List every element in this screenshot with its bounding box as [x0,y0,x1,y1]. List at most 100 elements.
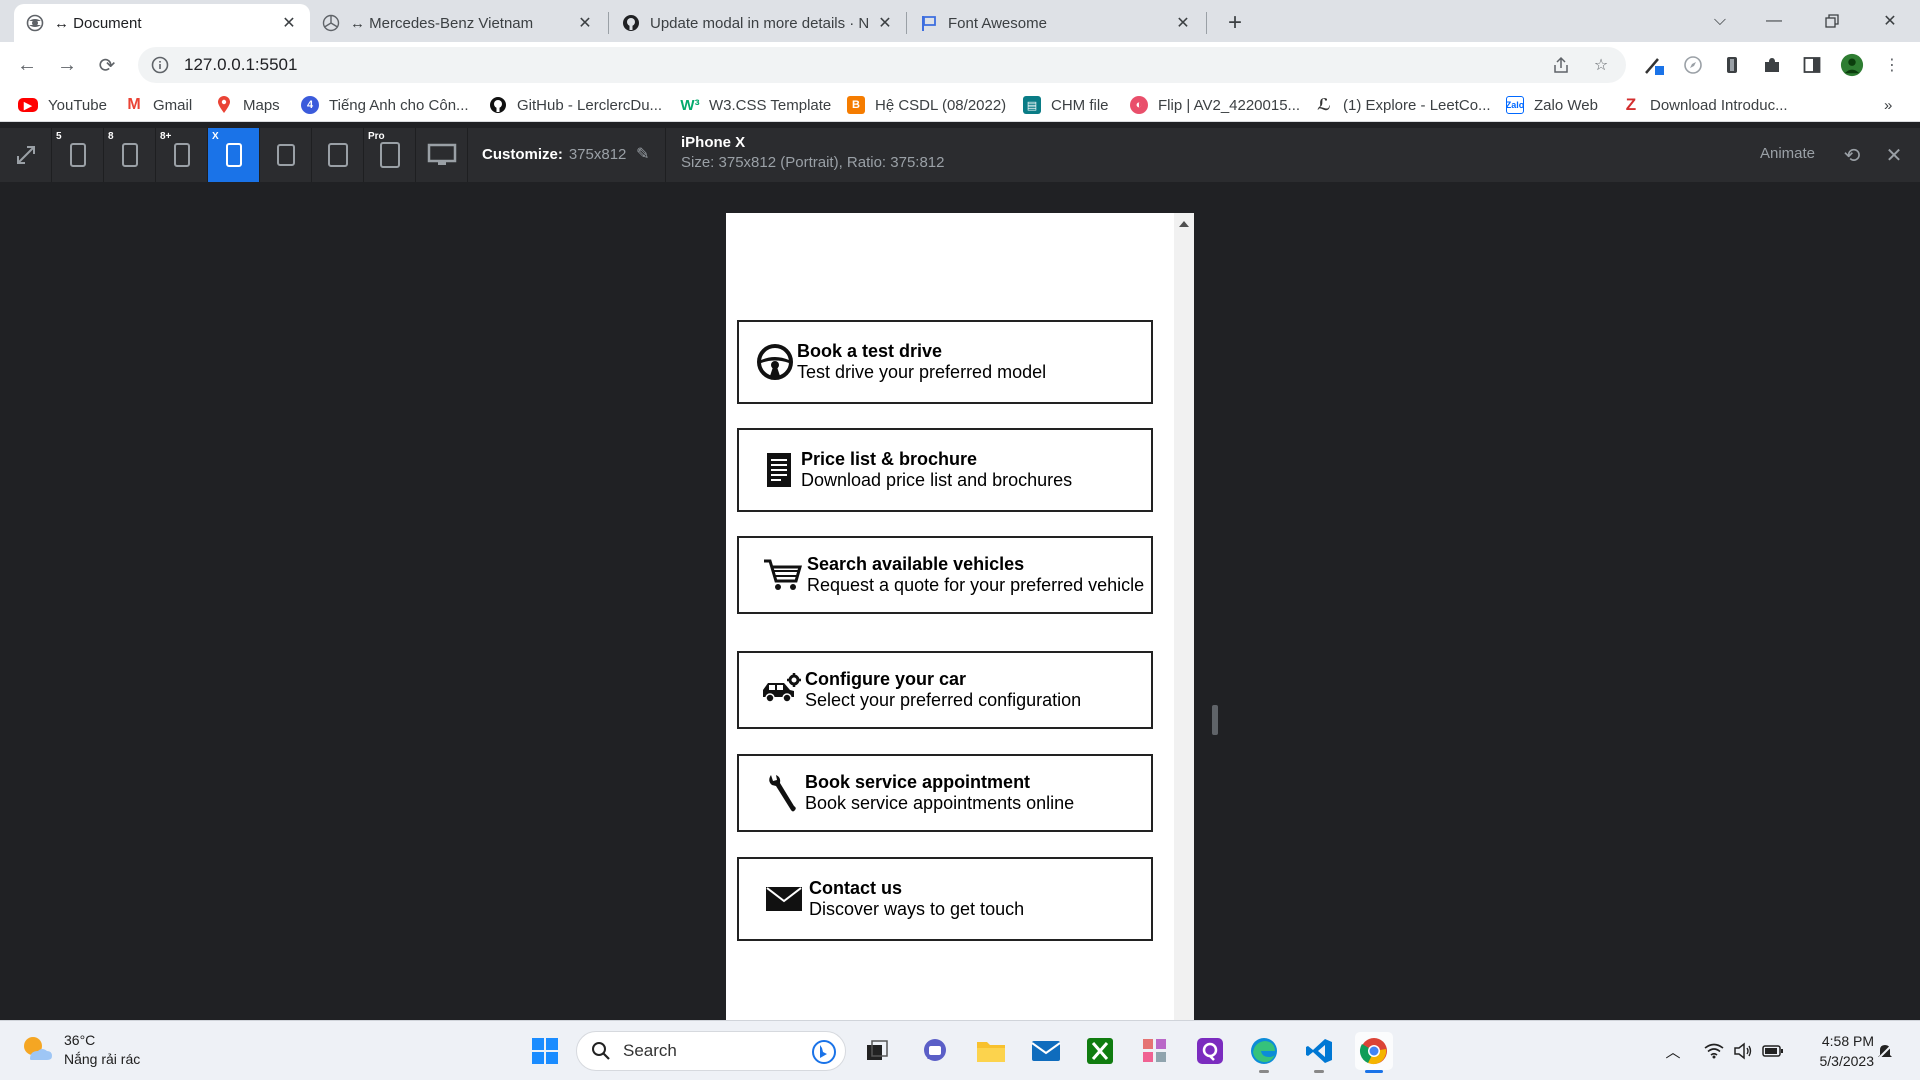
gmail-icon: M [127,96,141,113]
info-icon[interactable] [150,55,170,75]
tab-mercedes[interactable]: ↔ Mercedes-Benz Vietnam ✕ [310,4,606,42]
menu-kebab-icon[interactable]: ⋮ [1880,53,1904,77]
card-book-test-drive[interactable]: Book a test drive Test drive your prefer… [737,320,1153,404]
bookmark-zalo[interactable]: Zalo Zalo Web [1506,94,1598,116]
tab-font-awesome[interactable]: Font Awesome ✕ [908,4,1204,42]
resize-handle[interactable] [1212,705,1218,735]
tray-overflow-icon[interactable]: ︿ [1662,1040,1684,1062]
address-bar[interactable]: 127.0.0.1:5501 ☆ [138,47,1626,83]
close-icon[interactable]: ✕ [1174,14,1192,32]
start-button[interactable] [526,1032,564,1070]
clock[interactable]: 4:58 PM 5/3/2023 [1794,1031,1875,1071]
bookmark-label: CHM file [1051,96,1109,114]
bookmark-maps[interactable]: Maps [215,94,280,116]
teams-chat-icon[interactable] [916,1032,954,1070]
restore-button[interactable] [1814,6,1850,36]
close-icon[interactable]: ✕ [280,14,298,32]
url-text: 127.0.0.1:5501 [184,55,298,74]
weather-widget[interactable]: 36°C Nắng rải rác [20,1031,140,1069]
forward-button[interactable]: → [51,49,83,81]
photos-app-icon[interactable] [1136,1032,1174,1070]
bookmark-leetcode[interactable]: ℒ (1) Explore - LeetCo... [1315,94,1490,116]
viewport-scrollbar[interactable] [1174,213,1194,1020]
weather-sun-icon [20,1033,54,1068]
chrome-icon[interactable] [1355,1032,1393,1073]
device-badge: Pro [368,131,385,142]
bing-icon[interactable] [811,1039,837,1065]
tab-github[interactable]: Update modal in more details · N ✕ [610,4,906,42]
star-icon[interactable]: ☆ [1591,55,1611,75]
github-icon [489,96,507,114]
youtube-icon: ▶ [18,98,38,112]
bookmark-label: Tiếng Anh cho Côn... [329,96,469,114]
card-contact-us[interactable]: Contact us Discover ways to get touch [737,857,1153,941]
edge-icon[interactable] [1245,1032,1283,1073]
steering-wheel-icon [755,340,795,384]
notification-bell-icon[interactable] [1874,1040,1896,1062]
new-tab-button[interactable]: + [1221,9,1249,37]
close-icon[interactable]: ✕ [876,14,894,32]
back-button[interactable]: ← [11,49,43,81]
file-explorer-icon[interactable] [972,1032,1010,1070]
device-iphone-8-plus[interactable]: 8+ [156,128,208,182]
bookmark-w3css[interactable]: W³ W3.CSS Template [680,94,831,116]
z-icon: Z [1625,95,1637,114]
card-subtitle: Download price list and brochures [801,470,1073,490]
bookmark-english[interactable]: 4 Tiếng Anh cho Côn... [301,94,469,116]
close-icon[interactable]: ✕ [576,14,594,32]
reload-button[interactable]: ⟳ [91,49,123,81]
volume-icon[interactable] [1732,1040,1754,1062]
bookmark-youtube[interactable]: ▶ YouTube [18,94,107,116]
mail-icon[interactable] [1027,1032,1065,1070]
device-tablet[interactable] [260,128,312,182]
card-title: Search available vehicles [807,554,1025,574]
bookmarks-overflow-icon[interactable]: » [1884,94,1892,116]
puzzle-extensions-icon[interactable] [1760,53,1784,77]
fullscreen-icon[interactable] [0,128,52,182]
extension-pen-icon[interactable] [1642,53,1666,77]
bookmark-download[interactable]: Z Download Introduc... [1622,94,1788,116]
close-icon[interactable]: ✕ [1882,143,1906,167]
bookmark-github[interactable]: GitHub - LerclercDu... [489,94,662,116]
compass-extension-icon[interactable] [1681,53,1705,77]
device-ipad-pro[interactable]: Pro [364,128,416,182]
device-iphone-8[interactable]: 8 [104,128,156,182]
share-icon[interactable] [1551,55,1571,75]
device-desktop[interactable] [416,128,468,182]
card-configure-car[interactable]: Configure your car Select your preferred… [737,651,1153,729]
phone-icon [121,143,138,167]
card-subtitle: Discover ways to get touch [809,899,1025,919]
profile-avatar[interactable] [1840,53,1864,77]
card-search-vehicles[interactable]: Search available vehicles Request a quot… [737,536,1153,614]
close-window-button[interactable]: ✕ [1872,6,1908,36]
tab-search-chevron-icon[interactable]: ⌵ [1702,6,1738,36]
card-book-service[interactable]: Book service appointment Book service ap… [737,754,1153,832]
bookmark-label: GitHub - LerclercDu... [517,96,663,114]
bookmark-flip[interactable]: ◐ Flip | AV2_4220015... [1130,94,1300,116]
wifi-icon[interactable] [1703,1040,1725,1062]
bookmark-chm[interactable]: ▤ CHM file [1023,94,1109,116]
vscode-icon[interactable] [1300,1032,1338,1073]
battery-icon[interactable] [1762,1040,1784,1062]
running-indicator [1365,1070,1383,1073]
tab-document[interactable]: ↔ Document ✕ [14,4,310,42]
bookmark-blogger[interactable]: B Hệ CSDL (08/2022) [847,94,1006,116]
device-iphone-x[interactable]: X [208,128,260,182]
bookmark-gmail[interactable]: M Gmail [125,94,192,116]
minimize-button[interactable]: — [1756,6,1792,36]
taskbar-search[interactable]: Search [576,1031,846,1071]
side-panel-icon[interactable] [1800,53,1824,77]
card-price-list[interactable]: Price list & brochure Download price lis… [737,428,1153,512]
rotate-icon[interactable]: ⟲ [1840,143,1864,167]
device-iphone-5[interactable]: 5 [52,128,104,182]
task-view-icon[interactable] [858,1032,896,1070]
app-q-icon[interactable] [1191,1032,1229,1070]
device-ipad[interactable] [312,128,364,182]
tablet-icon [276,144,295,166]
scroll-up-arrow-icon[interactable] [1179,221,1189,227]
pencil-icon[interactable]: ✎ [636,144,649,164]
battery-extension-icon[interactable] [1720,53,1744,77]
xbox-icon[interactable] [1081,1032,1119,1070]
animate-toggle[interactable]: Animate [1760,145,1815,162]
customize-size[interactable]: Customize: 375x812 [482,146,626,163]
